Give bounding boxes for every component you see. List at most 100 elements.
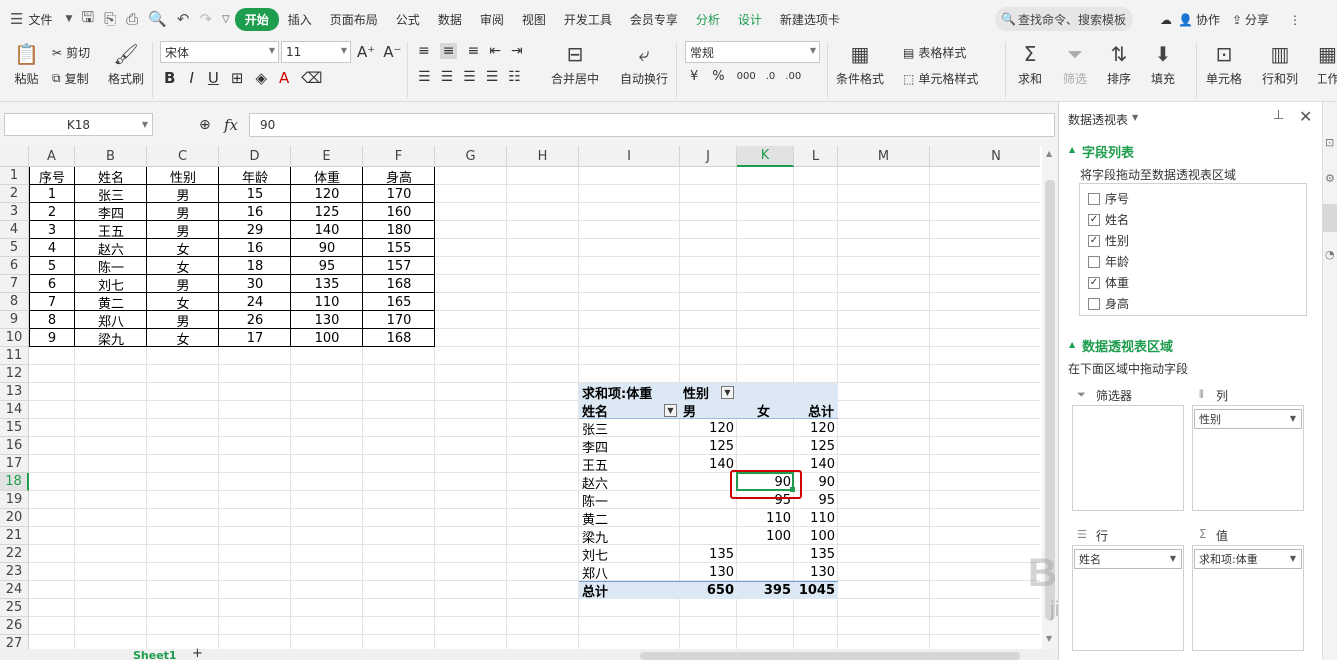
table-cell[interactable]: 16 (219, 203, 291, 221)
align-top-icon[interactable]: ≡ (418, 43, 430, 59)
pivot-row-value[interactable]: 110 (737, 509, 791, 527)
sum-icon[interactable]: Σ (1024, 42, 1037, 66)
column-header-G[interactable]: G (435, 146, 507, 167)
sort-button[interactable]: 排序 (1107, 70, 1131, 87)
table-cell[interactable]: 女 (147, 293, 219, 312)
conditional-format-button[interactable]: 条件格式 (836, 70, 884, 87)
paste-icon[interactable]: 📋 (14, 42, 39, 66)
field-checkbox[interactable]: ✓ (1088, 213, 1100, 226)
column-area[interactable]: 性别 ▼ (1192, 405, 1304, 511)
row-header-11[interactable]: 11 (0, 347, 29, 365)
clear-icon[interactable]: ⌫ (301, 69, 322, 87)
fill-color-icon[interactable]: ◈ (255, 69, 267, 87)
table-cell[interactable]: 125 (291, 203, 363, 221)
column-header-B[interactable]: B (75, 146, 147, 167)
row-header-3[interactable]: 3 (0, 203, 29, 221)
fx-label[interactable]: fx (224, 116, 238, 134)
filter-dropdown-icon[interactable]: ▼ (721, 386, 734, 399)
pivot-row-field[interactable]: 姓名 (582, 401, 608, 420)
cut-button[interactable]: 剪切 (66, 44, 90, 61)
align-right-icon[interactable]: ☰ (463, 69, 476, 85)
table-cell[interactable]: 1 (29, 185, 75, 203)
table-header-cell[interactable]: 姓名 (75, 167, 147, 186)
row-col-icon[interactable]: ▥ (1271, 42, 1290, 66)
column-header-J[interactable]: J (680, 146, 737, 167)
row-header-5[interactable]: 5 (0, 239, 29, 257)
row-header-23[interactable]: 23 (0, 563, 29, 581)
save-icon[interactable]: 🖫 (76, 7, 99, 32)
column-header-A[interactable]: A (29, 146, 75, 167)
merge-icon[interactable]: ⊟ (567, 42, 584, 66)
scroll-down-icon[interactable]: ▼ (1046, 634, 1052, 643)
font-size-select[interactable]: 11 ▼ (281, 41, 351, 63)
scroll-thumb[interactable] (1045, 180, 1055, 620)
cell-icon[interactable]: ⊡ (1216, 42, 1233, 66)
pivot-row-value[interactable] (737, 545, 791, 563)
column-header-N[interactable]: N (930, 146, 1040, 167)
field-item-0[interactable]: 序号 (1088, 190, 1129, 207)
conditional-format-icon[interactable]: ▦ (851, 42, 870, 66)
table-header-cell[interactable]: 性别 (147, 167, 219, 186)
copy-button[interactable]: 复制 (65, 70, 89, 87)
table-cell[interactable]: 9 (29, 329, 75, 347)
row-header-13[interactable]: 13 (0, 383, 29, 401)
row-header-2[interactable]: 2 (0, 185, 29, 203)
table-cell[interactable]: 男 (147, 203, 219, 222)
table-cell[interactable]: 30 (219, 275, 291, 293)
pivot-row-label[interactable]: 刘七 (582, 545, 683, 564)
table-cell[interactable]: 女 (147, 257, 219, 276)
close-icon[interactable]: ✕ (1299, 107, 1312, 126)
pivot-row-value[interactable]: 120 (680, 419, 734, 437)
pivot-row-label[interactable]: 赵六 (582, 473, 683, 492)
column-header-K[interactable]: K (737, 146, 794, 167)
row-header-8[interactable]: 8 (0, 293, 29, 311)
column-header-D[interactable]: D (219, 146, 291, 167)
table-cell[interactable]: 2 (29, 203, 75, 221)
number-format-select[interactable]: 常规 ▼ (685, 41, 820, 63)
chevron-down-icon[interactable]: ▼ (61, 14, 76, 24)
underline-icon[interactable]: U (208, 69, 219, 87)
decrease-font-icon[interactable]: A⁻ (383, 43, 401, 61)
row-header-24[interactable]: 24 (0, 581, 29, 599)
table-cell[interactable]: 24 (219, 293, 291, 311)
active-panel-marker[interactable] (1323, 204, 1337, 232)
pivot-row-label[interactable]: 张三 (582, 419, 683, 438)
table-header-cell[interactable]: 年龄 (219, 167, 291, 186)
table-cell[interactable]: 黄二 (75, 293, 147, 312)
table-cell[interactable]: 5 (29, 257, 75, 275)
value-area[interactable]: 求和项:体重 ▼ (1192, 545, 1304, 651)
distributed-icon[interactable]: ☷ (508, 69, 521, 85)
tab-new[interactable]: 新建选项卡 (771, 11, 849, 28)
pivot-row-value[interactable] (737, 437, 791, 455)
menu-icon[interactable]: ☰ (0, 10, 28, 28)
table-cell[interactable]: 郑八 (75, 311, 147, 330)
row-col-button[interactable]: 行和列 (1262, 70, 1298, 87)
pivot-total-label[interactable]: 总计 (582, 581, 683, 600)
table-cell[interactable]: 7 (29, 293, 75, 311)
pivot-row-value[interactable] (680, 473, 734, 491)
column-header-H[interactable]: H (507, 146, 579, 167)
row-header-9[interactable]: 9 (0, 311, 29, 329)
table-cell[interactable]: 110 (291, 293, 363, 311)
pivot-row-value[interactable]: 130 (680, 563, 734, 581)
row-header-26[interactable]: 26 (0, 617, 29, 635)
paste-button[interactable]: 粘贴 (14, 70, 38, 87)
table-cell[interactable]: 135 (291, 275, 363, 293)
table-cell[interactable]: 男 (147, 221, 219, 240)
indent-decrease-icon[interactable]: ⇤ (489, 43, 501, 59)
pivot-row-value[interactable] (680, 491, 734, 509)
table-cell[interactable]: 男 (147, 275, 219, 294)
table-cell[interactable]: 160 (363, 203, 435, 221)
more-options-icon[interactable]: ⋮ (1289, 13, 1301, 27)
table-cell[interactable]: 女 (147, 329, 219, 348)
sum-button[interactable]: 求和 (1018, 70, 1042, 87)
fill-icon[interactable]: ⬇ (1155, 42, 1172, 66)
table-cell[interactable]: 170 (363, 185, 435, 203)
panel-title-dropdown-icon[interactable]: ▼ (1132, 113, 1138, 122)
row-area[interactable]: 姓名 ▼ (1072, 545, 1184, 651)
row-header-18[interactable]: 18 (0, 473, 29, 491)
share-button[interactable]: 分享 (1245, 11, 1269, 28)
pivot-row-value[interactable]: 125 (680, 437, 734, 455)
collab-icon[interactable]: 👤 (1178, 13, 1193, 27)
pivot-column-label[interactable]: 总计 (794, 401, 834, 420)
